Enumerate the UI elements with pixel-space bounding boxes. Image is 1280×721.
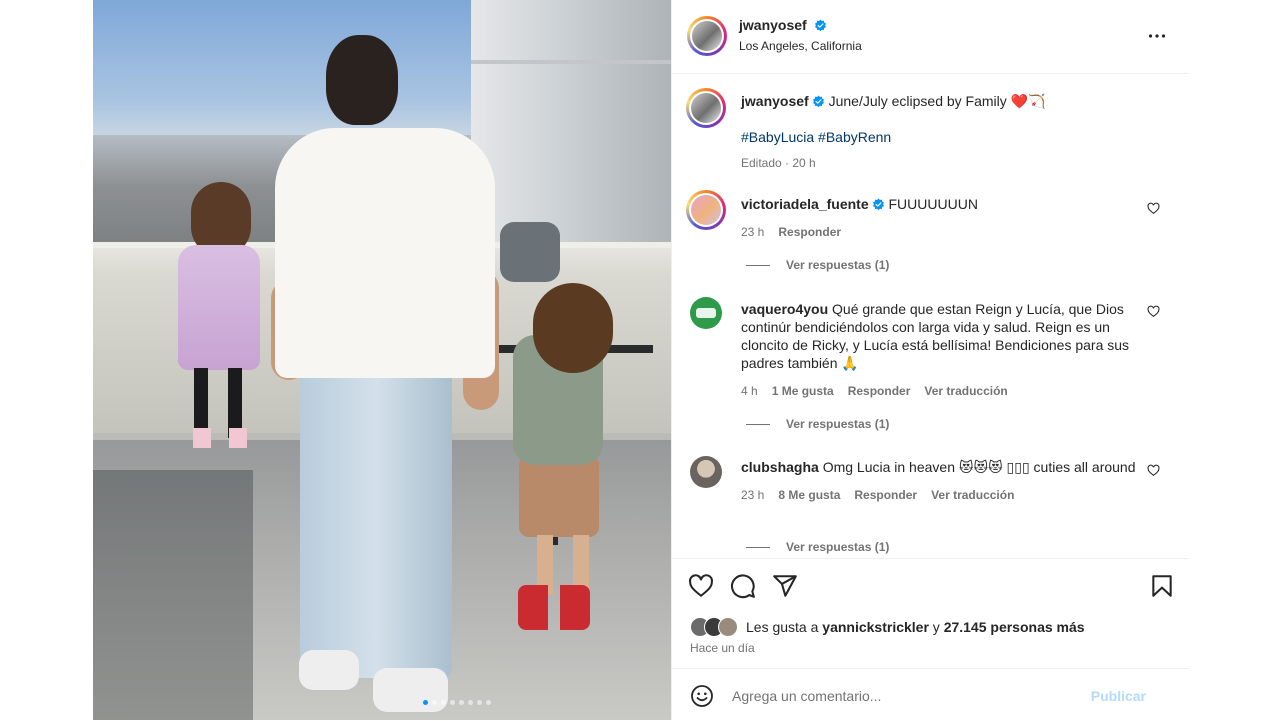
heart-icon bbox=[1147, 305, 1160, 318]
caption-avatar[interactable] bbox=[686, 88, 726, 128]
carousel-dot bbox=[450, 700, 455, 705]
likes-user[interactable]: yannickstrickler bbox=[822, 619, 929, 635]
view-replies-label: Ver respuestas (1) bbox=[786, 258, 890, 272]
emoji-button[interactable] bbox=[690, 684, 714, 713]
view-replies-label: Ver respuestas (1) bbox=[786, 417, 890, 431]
liker-avatar bbox=[718, 617, 738, 637]
heart-icon bbox=[689, 574, 713, 597]
photo-girl-dress bbox=[178, 245, 260, 370]
photo-boy-shoes bbox=[518, 585, 590, 630]
post-photo[interactable] bbox=[93, 0, 671, 720]
photo-man-shoe bbox=[299, 650, 359, 690]
author-username[interactable]: jwanyosef bbox=[739, 17, 807, 33]
comment-like-count[interactable]: 8 Me gusta bbox=[778, 486, 840, 504]
reply-button[interactable]: Responder bbox=[778, 223, 841, 241]
commenter-avatar[interactable] bbox=[690, 297, 722, 329]
likes-prefix: Les gusta a bbox=[746, 619, 823, 635]
comment-time: 23 h bbox=[741, 225, 765, 239]
carousel-dot bbox=[459, 700, 464, 705]
commenter-username[interactable]: clubshagha bbox=[741, 459, 819, 475]
comment-text: FUUUUUUUN bbox=[888, 196, 978, 212]
liker-avatars bbox=[690, 617, 738, 637]
likes-count[interactable]: 27.145 personas más bbox=[944, 619, 1085, 635]
post-time[interactable]: Hace un día bbox=[690, 641, 755, 655]
post-actions: Les gusta a yannickstrickler y 27.145 pe… bbox=[672, 558, 1189, 669]
more-options-icon bbox=[1148, 34, 1166, 38]
view-replies-button[interactable]: Ver respuestas (1) bbox=[746, 540, 889, 554]
photo-man-shoe bbox=[373, 668, 448, 712]
photo-binocular-viewer bbox=[500, 222, 560, 282]
caption-username[interactable]: jwanyosef bbox=[741, 93, 809, 109]
likes-summary[interactable]: Les gusta a yannickstrickler y 27.145 pe… bbox=[690, 617, 1085, 637]
caption-meta: Editado · 20 h bbox=[741, 156, 816, 170]
photo-observatory-building bbox=[471, 0, 671, 245]
share-button[interactable] bbox=[772, 573, 798, 604]
publish-button[interactable]: Publicar bbox=[1091, 688, 1146, 704]
carousel-dot bbox=[468, 700, 473, 705]
reply-button[interactable]: Responder bbox=[854, 486, 917, 504]
share-icon bbox=[773, 575, 797, 597]
comment-input[interactable] bbox=[730, 684, 1094, 708]
carousel-dot bbox=[477, 700, 482, 705]
verified-badge-icon bbox=[812, 95, 824, 108]
view-replies-label: Ver respuestas (1) bbox=[786, 540, 890, 554]
likes-middle: y bbox=[928, 619, 944, 635]
reply-button[interactable]: Responder bbox=[848, 382, 911, 400]
carousel-dots bbox=[423, 700, 491, 705]
comment-icon bbox=[730, 574, 755, 599]
heart-icon bbox=[1147, 464, 1160, 477]
commenter-username[interactable]: vaquero4you bbox=[741, 301, 828, 317]
carousel-dot bbox=[486, 700, 491, 705]
comment-text: Omg Lucia in heaven 😻😻😻 ▯▯▯ cuties all a… bbox=[822, 459, 1136, 475]
photo-man-shirt bbox=[275, 128, 495, 378]
save-icon bbox=[1152, 575, 1172, 597]
author-location[interactable]: Los Angeles, California bbox=[739, 39, 862, 53]
comment-button[interactable] bbox=[730, 573, 756, 604]
author-avatar[interactable] bbox=[687, 16, 727, 56]
caption-text: June/July eclipsed by Family ❤️🏹 bbox=[828, 93, 1046, 109]
post-header: jwanyosef Los Angeles, California bbox=[672, 0, 1189, 74]
comment-like-button[interactable] bbox=[1147, 464, 1160, 482]
more-options-button[interactable] bbox=[1147, 26, 1167, 51]
comment-like-button[interactable] bbox=[1147, 202, 1160, 220]
comment-like-button[interactable] bbox=[1147, 305, 1160, 323]
photo-man-head bbox=[326, 35, 398, 125]
comment-time: 4 h bbox=[741, 384, 758, 398]
emoji-icon bbox=[691, 685, 713, 707]
carousel-dot bbox=[441, 700, 446, 705]
photo-man-jeans bbox=[300, 368, 452, 678]
view-replies-button[interactable]: Ver respuestas (1) bbox=[746, 417, 889, 431]
photo-shadow bbox=[93, 470, 253, 720]
translate-button[interactable]: Ver traducción bbox=[931, 486, 1014, 504]
carousel-dot bbox=[423, 700, 428, 705]
commenter-username[interactable]: victoriadela_fuente bbox=[741, 196, 869, 212]
photo-boy-shorts bbox=[519, 455, 599, 537]
comment-time: 23 h bbox=[741, 488, 765, 502]
verified-badge-icon bbox=[872, 198, 884, 211]
comment-composer: Publicar bbox=[672, 668, 1189, 721]
post-side-panel: jwanyosef Los Angeles, California jwanyo… bbox=[671, 0, 1189, 720]
comments-list[interactable]: jwanyosef June/July eclipsed by Family ❤… bbox=[672, 74, 1189, 558]
view-replies-button[interactable]: Ver respuestas (1) bbox=[746, 258, 889, 272]
caption-hashtags[interactable]: #BabyLucia #BabyRenn bbox=[741, 128, 1136, 146]
save-button[interactable] bbox=[1149, 573, 1175, 604]
translate-button[interactable]: Ver traducción bbox=[924, 382, 1007, 400]
verified-badge-icon bbox=[815, 19, 827, 32]
photo-boy-hair bbox=[533, 283, 613, 373]
comment-like-count[interactable]: 1 Me gusta bbox=[772, 382, 834, 400]
commenter-avatar[interactable] bbox=[690, 456, 722, 488]
carousel-dot bbox=[432, 700, 437, 705]
commenter-avatar[interactable] bbox=[686, 190, 726, 230]
heart-icon bbox=[1147, 202, 1160, 215]
photo-girl-shoes bbox=[193, 428, 249, 448]
like-button[interactable] bbox=[688, 573, 714, 604]
